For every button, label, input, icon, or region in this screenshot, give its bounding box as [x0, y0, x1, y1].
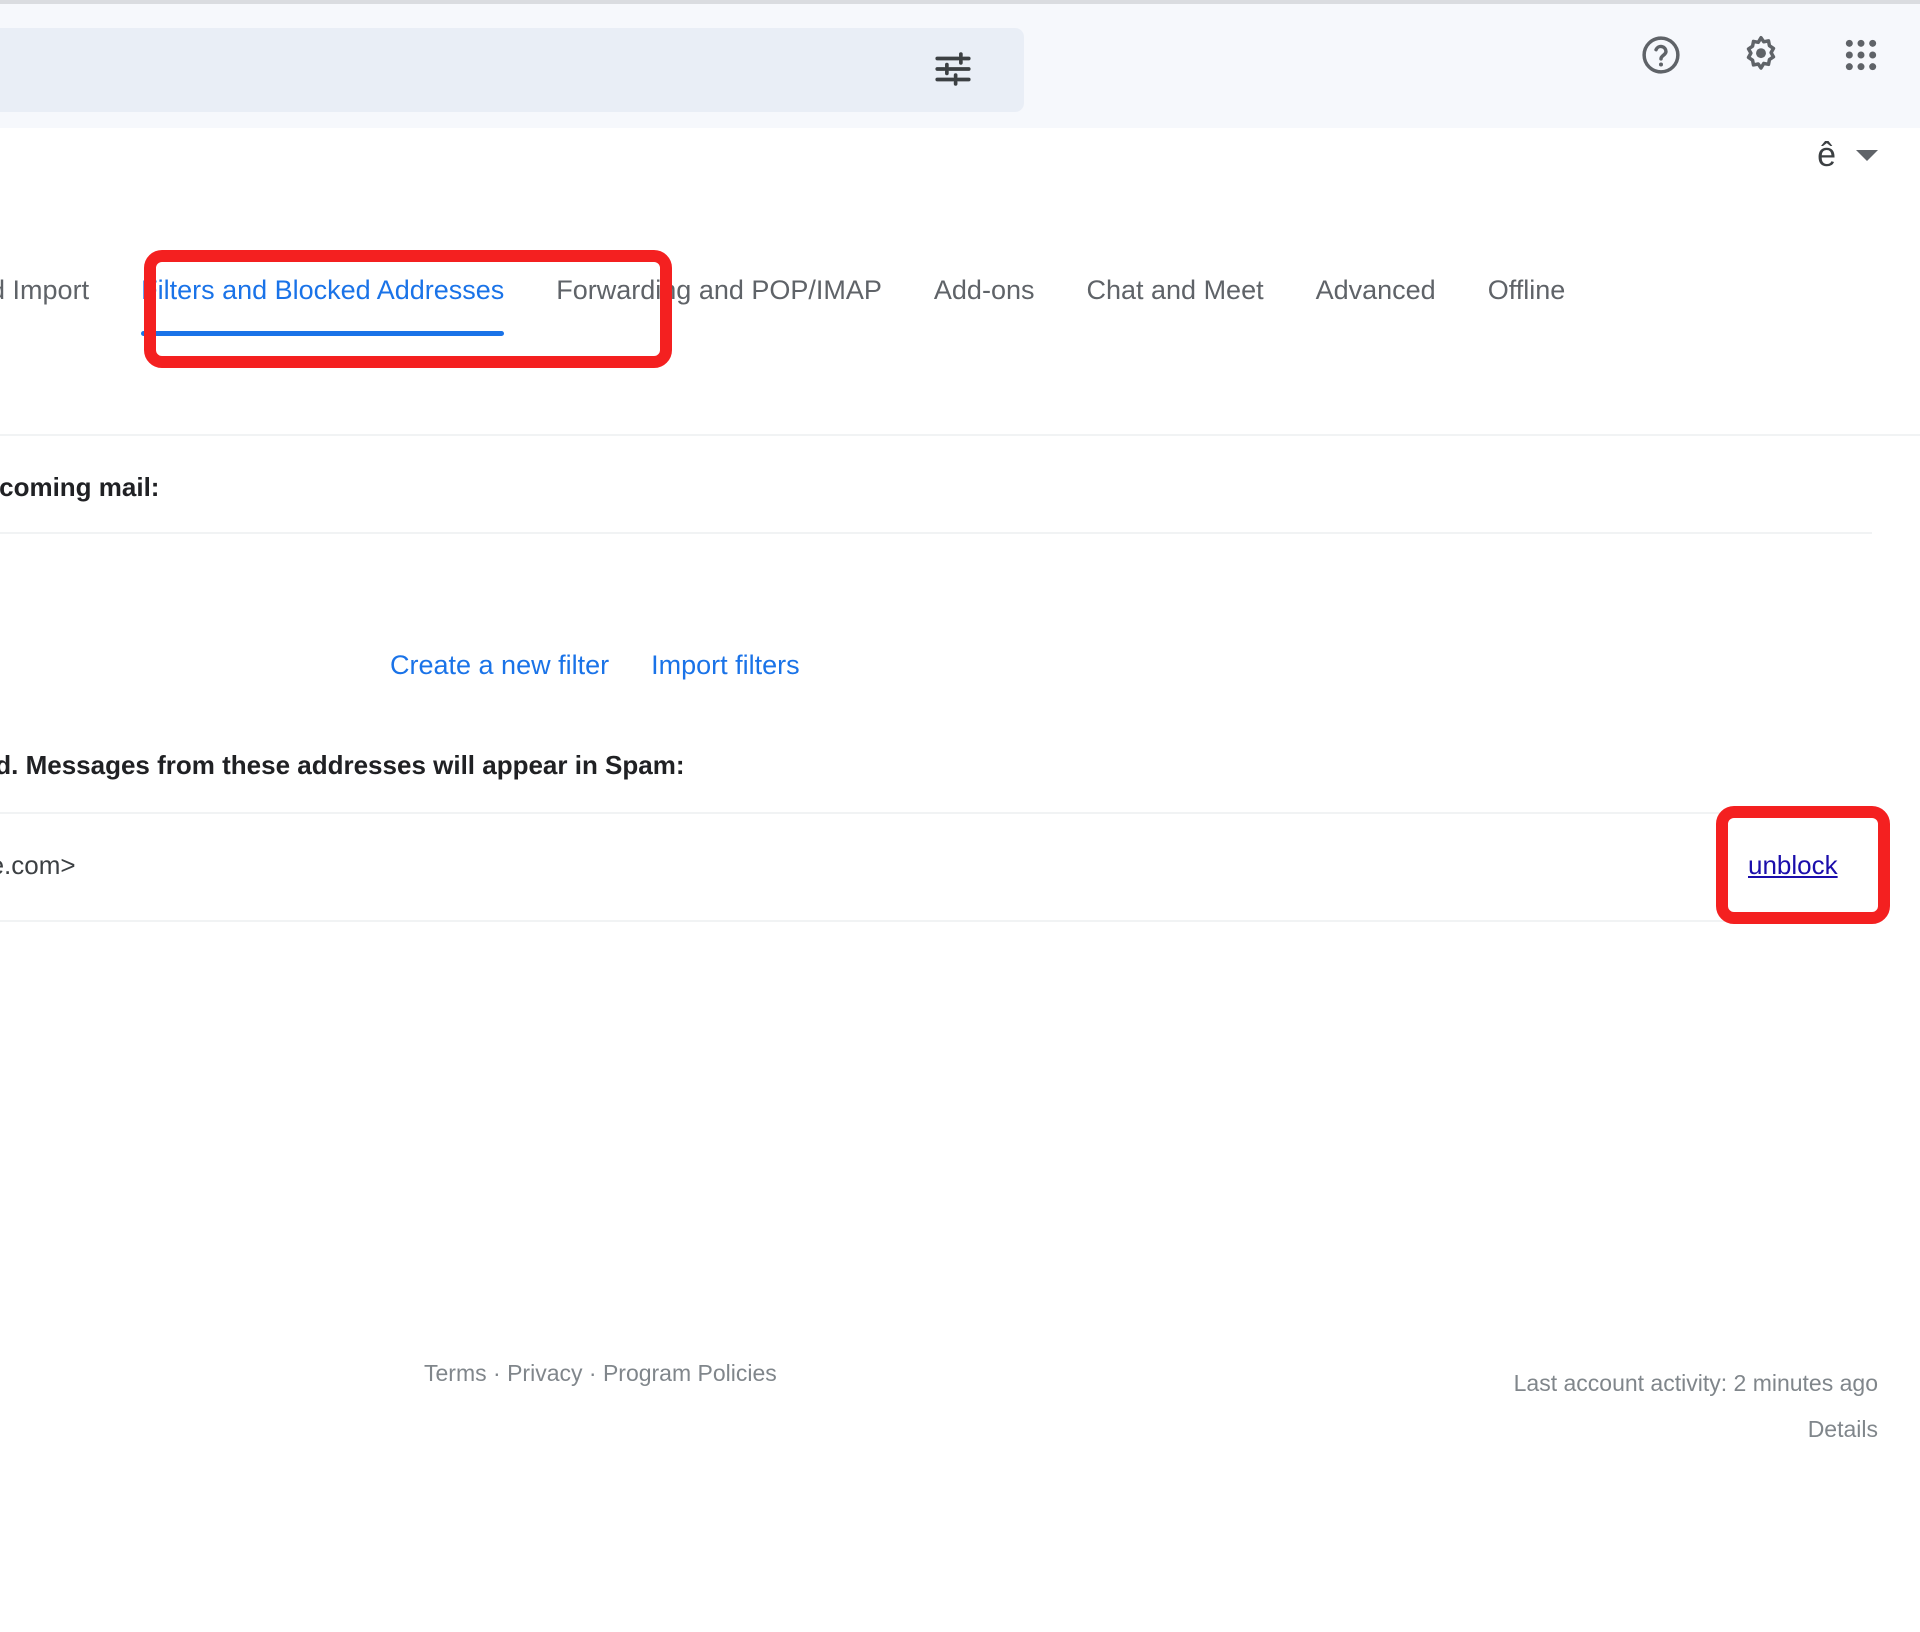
filters-section-heading: incoming mail: — [0, 472, 160, 502]
help-circle-icon — [1639, 33, 1683, 82]
tune-icon[interactable] — [930, 48, 976, 90]
search-input[interactable] — [0, 28, 1024, 112]
tabs-divider — [0, 434, 1920, 436]
tab-label: Advanced — [1315, 275, 1436, 305]
unblock-link[interactable]: unblock — [1748, 850, 1838, 881]
footer-separator: · — [582, 1360, 603, 1386]
chevron-down-icon[interactable] — [1856, 149, 1878, 161]
tab-label: Forwarding and POP/IMAP — [556, 275, 882, 305]
account-activity-details-link[interactable]: Details — [1514, 1406, 1878, 1452]
program-policies-link[interactable]: Program Policies — [603, 1360, 777, 1386]
tab-label: Add-ons — [933, 275, 1035, 305]
footer-links: Terms · Privacy · Program Policies — [424, 1360, 777, 1387]
apps-grid-icon — [1841, 35, 1881, 80]
create-new-filter-link[interactable]: Create a new filter — [390, 650, 609, 681]
tab-filters-and-blocked-addresses[interactable]: Filters and Blocked Addresses — [115, 272, 530, 336]
divider — [0, 920, 1872, 922]
locale-selector[interactable]: ê — [1817, 138, 1878, 172]
filter-actions: Create a new filter Import filters — [390, 650, 800, 681]
blocked-address-text: hare.com> — [0, 850, 76, 880]
divider — [0, 812, 1872, 814]
google-apps-button[interactable] — [1838, 34, 1884, 80]
tab-offline[interactable]: Offline — [1462, 272, 1592, 308]
import-filters-link[interactable]: Import filters — [651, 650, 800, 681]
settings-button[interactable] — [1738, 34, 1784, 80]
tab-add-ons[interactable]: Add-ons — [908, 272, 1061, 308]
terms-link[interactable]: Terms — [424, 1360, 487, 1386]
top-bar — [0, 0, 1920, 128]
tab-forwarding-and-pop-imap[interactable]: Forwarding and POP/IMAP — [530, 272, 908, 308]
privacy-link[interactable]: Privacy — [507, 1360, 582, 1386]
tab-accounts-and-import[interactable]: and Import — [0, 272, 115, 308]
settings-tabs: and Import Filters and Blocked Addresses… — [0, 272, 1591, 338]
tab-label: Offline — [1487, 275, 1566, 305]
tab-advanced[interactable]: Advanced — [1290, 272, 1462, 308]
blocked-section-heading: ocked. Messages from these addresses wil… — [0, 750, 685, 780]
tab-label: Chat and Meet — [1086, 275, 1264, 305]
gear-icon — [1739, 33, 1783, 82]
top-bar-actions — [1638, 34, 1884, 80]
footer-account-activity: Last account activity: 2 minutes ago Det… — [1514, 1360, 1878, 1452]
last-account-activity-text: Last account activity: 2 minutes ago — [1513, 1370, 1878, 1396]
divider — [0, 532, 1872, 534]
locale-glyph: ê — [1817, 136, 1836, 174]
tab-label: Filters and Blocked Addresses — [141, 275, 505, 305]
footer-separator: · — [486, 1360, 508, 1386]
tab-chat-and-meet[interactable]: Chat and Meet — [1060, 272, 1289, 308]
help-button[interactable] — [1638, 34, 1684, 80]
tab-label: and Import — [0, 275, 90, 305]
